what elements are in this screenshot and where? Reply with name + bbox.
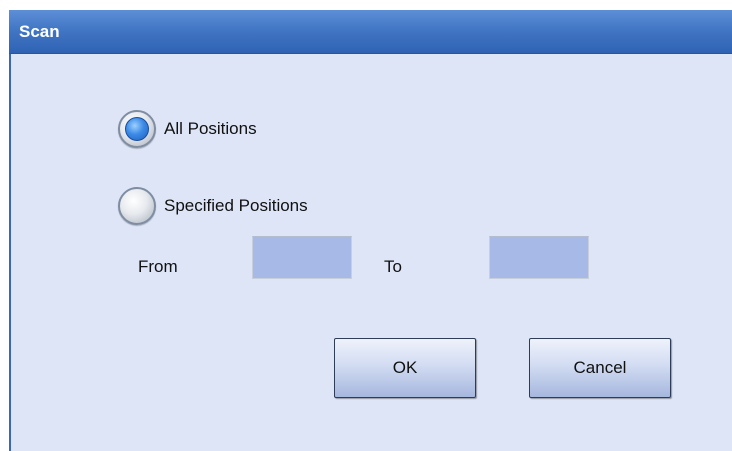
title-bar[interactable]: Scan xyxy=(9,10,732,54)
ok-button[interactable]: OK xyxy=(334,338,476,398)
to-position-input[interactable] xyxy=(489,236,589,279)
radio-button-specified-positions[interactable] xyxy=(118,187,156,225)
radio-label-all-positions: All Positions xyxy=(164,119,257,138)
scan-dialog: Scan All Positions Specified Positions F… xyxy=(9,10,732,451)
to-label: To xyxy=(384,257,402,276)
from-position-input[interactable] xyxy=(252,236,352,279)
radio-all-positions[interactable]: All Positions xyxy=(118,110,257,148)
cancel-button[interactable]: Cancel xyxy=(529,338,671,398)
radio-selected-indicator xyxy=(125,117,149,141)
radio-button-all-positions[interactable] xyxy=(118,110,156,148)
radio-specified-positions[interactable]: Specified Positions xyxy=(118,187,308,225)
from-label: From xyxy=(138,257,178,276)
window-title: Scan xyxy=(19,22,60,41)
radio-label-specified-positions: Specified Positions xyxy=(164,196,308,215)
dialog-body: All Positions Specified Positions From T… xyxy=(11,54,732,451)
